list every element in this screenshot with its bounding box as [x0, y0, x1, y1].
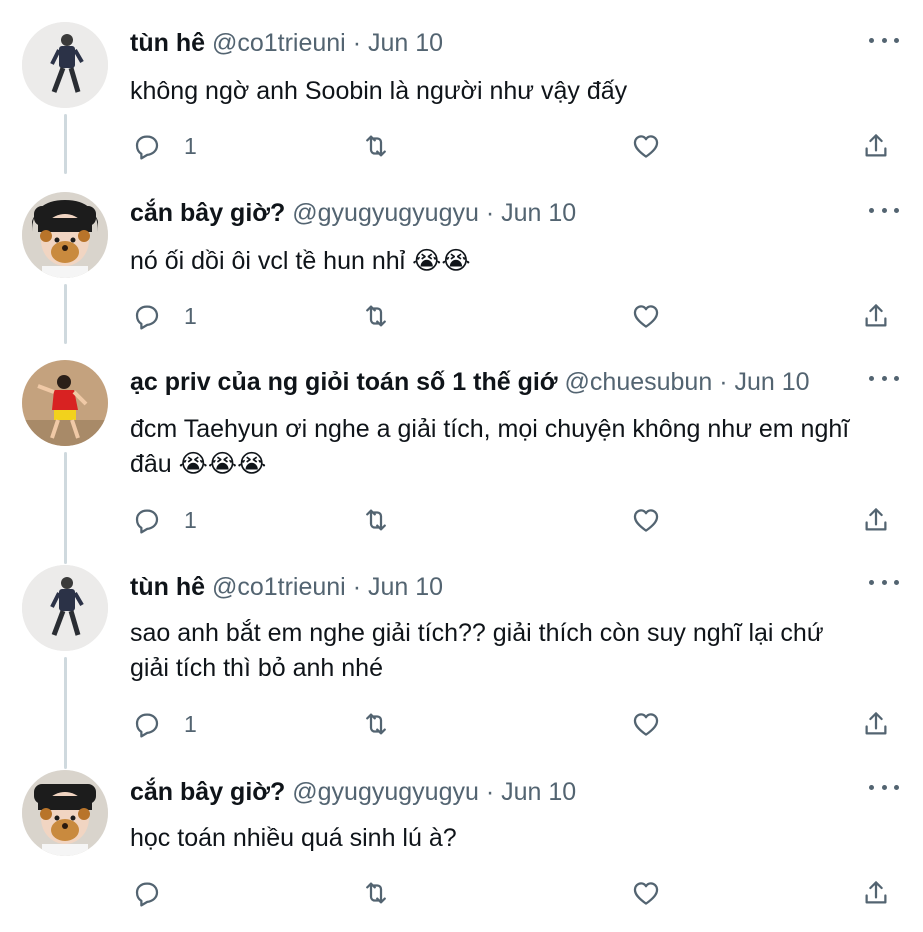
- share-button[interactable]: [861, 704, 891, 744]
- reply-button[interactable]: 1: [132, 500, 197, 540]
- user-handle[interactable]: @gyugyugyugyu: [292, 778, 479, 806]
- reply-icon: [135, 509, 159, 534]
- user-handle[interactable]: @gyugyugyugyu: [292, 199, 479, 227]
- tweet-text: đcm Taehyun ơi nghe a giải tích, mọi chu…: [130, 415, 850, 478]
- display-name[interactable]: cắn bây giờ?: [130, 199, 285, 227]
- tweet-date[interactable]: Jun 10: [734, 368, 809, 396]
- retweet-button[interactable]: [361, 873, 391, 913]
- tweet-actions: 1: [0, 704, 923, 744]
- separator: ·: [485, 778, 495, 806]
- like-button[interactable]: [631, 873, 661, 913]
- reply-count: 1: [184, 506, 197, 533]
- tweet-header: tùn hê @co1trieuni · Jun 10: [130, 26, 853, 60]
- heart-icon: [633, 509, 659, 532]
- tweet[interactable]: ạc priv của ng giỏi toán số 1 thế giớ @c…: [0, 340, 923, 564]
- share-button[interactable]: [861, 296, 891, 336]
- heart-icon: [633, 305, 659, 328]
- display-name[interactable]: cắn bây giờ?: [130, 778, 285, 806]
- avatar[interactable]: [22, 565, 108, 651]
- heart-icon: [633, 882, 659, 905]
- share-icon: [865, 304, 887, 327]
- heart-icon: [633, 713, 659, 736]
- display-name[interactable]: tùn hê: [130, 29, 205, 57]
- tweet-actions: [0, 873, 923, 913]
- avatar[interactable]: [22, 360, 108, 446]
- heart-icon: [633, 135, 659, 158]
- tweet[interactable]: cắn bây giờ? @gyugyugyugyu · Jun 10 học …: [0, 765, 923, 932]
- reply-count: 1: [184, 302, 197, 329]
- tweet-actions: 1: [0, 296, 923, 336]
- separator: ·: [352, 29, 362, 57]
- reply-icon: [135, 135, 159, 160]
- tweet-text: không ngờ anh Soobin là người như vậy đấ…: [130, 77, 628, 105]
- tweet-text: sao anh bắt em nghe giải tích?? giải thí…: [130, 619, 824, 682]
- separator: ·: [719, 368, 728, 396]
- share-icon: [865, 712, 887, 735]
- tweet-header: cắn bây giờ? @gyugyugyugyu · Jun 10: [130, 775, 853, 809]
- share-button[interactable]: [861, 500, 891, 540]
- reply-button[interactable]: 1: [132, 126, 197, 166]
- more-icon[interactable]: [869, 777, 899, 797]
- reply-icon: [135, 305, 159, 330]
- reply-icon: [135, 882, 159, 907]
- retweet-icon: [366, 509, 386, 531]
- tweet-date[interactable]: Jun 10: [501, 199, 576, 227]
- user-handle[interactable]: @co1trieuni: [212, 573, 346, 601]
- retweet-button[interactable]: [361, 296, 391, 336]
- display-name[interactable]: ạc priv của ng giỏi toán số 1 thế giớ: [130, 368, 558, 396]
- separator: ·: [485, 199, 495, 227]
- display-name[interactable]: tùn hê: [130, 573, 205, 601]
- tweet-actions: 1: [0, 500, 923, 540]
- retweet-icon: [366, 135, 386, 157]
- avatar[interactable]: [22, 192, 108, 278]
- more-icon[interactable]: [869, 200, 899, 220]
- more-icon[interactable]: [869, 368, 899, 388]
- reply-button[interactable]: 1: [132, 704, 197, 744]
- tweet-date[interactable]: Jun 10: [368, 573, 443, 601]
- retweet-icon: [366, 882, 386, 904]
- share-button[interactable]: [861, 126, 891, 166]
- retweet-icon: [366, 713, 386, 735]
- share-button[interactable]: [861, 873, 891, 913]
- tweet-header: ạc priv của ng giỏi toán số 1 thế giớ @c…: [130, 365, 853, 399]
- reply-button[interactable]: 1: [132, 296, 197, 336]
- tweet-header: cắn bây giờ? @gyugyugyugyu · Jun 10: [130, 196, 853, 230]
- like-button[interactable]: [631, 704, 661, 744]
- share-icon: [865, 881, 887, 904]
- tweet-actions: 1: [0, 126, 923, 166]
- like-button[interactable]: [631, 296, 661, 336]
- retweet-button[interactable]: [361, 126, 391, 166]
- like-button[interactable]: [631, 500, 661, 540]
- retweet-icon: [366, 305, 386, 327]
- tweet[interactable]: tùn hê @co1trieuni · Jun 10 không ngờ an…: [0, 0, 923, 174]
- more-icon[interactable]: [869, 30, 899, 50]
- tweet-date[interactable]: Jun 10: [368, 29, 443, 57]
- tweet[interactable]: cắn bây giờ? @gyugyugyugyu · Jun 10 nó ố…: [0, 170, 923, 344]
- reply-count: 1: [184, 710, 197, 737]
- user-handle[interactable]: @co1trieuni: [212, 29, 346, 57]
- reply-button[interactable]: [132, 873, 184, 913]
- retweet-button[interactable]: [361, 500, 391, 540]
- tweet-header: tùn hê @co1trieuni · Jun 10: [130, 570, 853, 604]
- tweet-text: nó ối dồi ôi vcl tề hun nhỉ 😭😭: [130, 247, 471, 275]
- avatar[interactable]: [22, 770, 108, 856]
- like-button[interactable]: [631, 126, 661, 166]
- tweet-date[interactable]: Jun 10: [501, 778, 576, 806]
- tweet-text: học toán nhiều quá sinh lú à?: [130, 824, 457, 852]
- avatar[interactable]: [22, 22, 108, 108]
- reply-icon: [135, 713, 159, 738]
- tweet[interactable]: tùn hê @co1trieuni · Jun 10 sao anh bắt …: [0, 560, 923, 769]
- share-icon: [865, 134, 887, 157]
- share-icon: [865, 508, 887, 531]
- retweet-button[interactable]: [361, 704, 391, 744]
- user-handle[interactable]: @chuesubun: [565, 368, 713, 396]
- separator: ·: [352, 573, 362, 601]
- more-icon[interactable]: [869, 572, 899, 592]
- reply-count: 1: [184, 132, 197, 159]
